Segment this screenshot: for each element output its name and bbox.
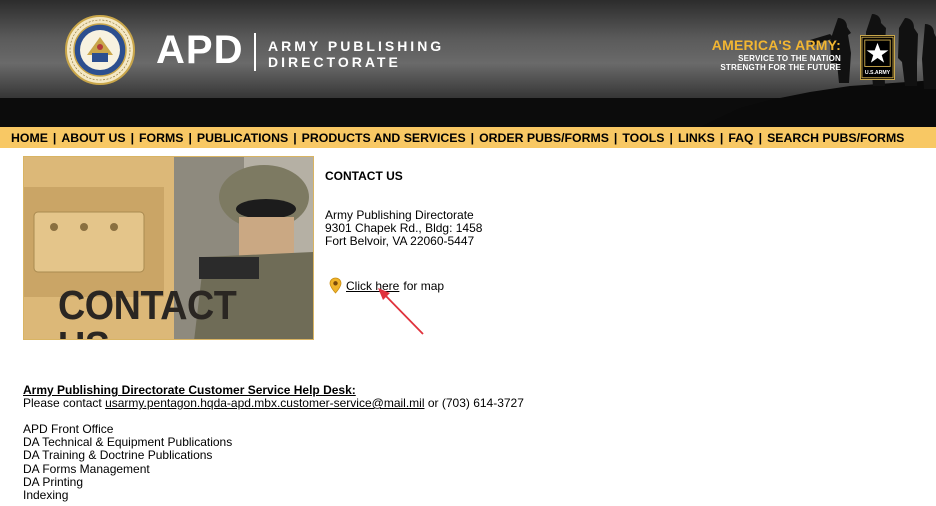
americas-army-title: AMERICA'S ARMY: <box>711 37 841 53</box>
us-army-star-logo: U.S.ARMY <box>860 35 895 80</box>
apd-logo-acronym: APD <box>156 28 244 72</box>
nav-separator: | <box>613 130 618 145</box>
logo-divider <box>254 33 256 71</box>
help-desk-phone: (703) 614-3727 <box>441 396 524 410</box>
help-desk-or: or <box>427 396 439 410</box>
customer-service-email-link[interactable]: usarmy.pentagon.hqda-apd.mbx.customer-se… <box>105 396 424 410</box>
nav-tools[interactable]: TOOLS <box>622 131 664 145</box>
slogan-service-to-the-nation: SERVICE TO THE NATION <box>738 54 841 63</box>
office-list: APD Front Office DA Technical & Equipmen… <box>23 422 232 503</box>
help-desk-prefix: Please contact <box>23 396 102 410</box>
main-nav: HOME | ABOUT US | FORMS | PUBLICATIONS |… <box>0 127 936 148</box>
logo-line-army-publishing: ARMY PUBLISHING <box>268 38 445 54</box>
address-line-3: Fort Belvoir, VA 22060-5447 <box>325 234 475 248</box>
header-banner: APD ARMY PUBLISHING DIRECTORATE AMERICA'… <box>0 0 936 127</box>
nav-search-pubs-forms[interactable]: SEARCH PUBS/FORMS <box>767 131 904 145</box>
nav-separator: | <box>669 130 673 145</box>
nav-separator: | <box>719 130 724 145</box>
nav-home[interactable]: HOME <box>11 131 48 145</box>
slogan-strength-for-the-future: STRENGTH FOR THE FUTURE <box>720 63 841 72</box>
aasa-seal-logo <box>65 15 135 85</box>
nav-order-pubs-forms[interactable]: ORDER PUBS/FORMS <box>479 131 609 145</box>
red-annotation-arrow <box>378 288 424 335</box>
army-logo-text: U.S.ARMY <box>865 70 891 76</box>
nav-separator: | <box>52 130 57 145</box>
nav-separator: | <box>470 130 475 145</box>
hero-contact-us-text: CONTACT US <box>58 282 237 340</box>
help-desk-contact-line: Please contact usarmy.pentagon.hqda-apd.… <box>23 396 524 410</box>
office-item: DA Forms Management <box>23 461 150 476</box>
nav-separator: | <box>293 130 297 145</box>
contact-us-heading: CONTACT US <box>325 169 403 183</box>
nav-separator: | <box>188 130 192 145</box>
help-desk-heading: Army Publishing Directorate Customer Ser… <box>23 383 356 397</box>
contact-us-hero-image: CONTACT US <box>23 156 314 340</box>
nav-separator: | <box>758 130 763 145</box>
map-pin-icon <box>329 277 342 294</box>
nav-publications[interactable]: PUBLICATIONS <box>197 131 288 145</box>
nav-forms[interactable]: FORMS <box>139 131 183 145</box>
nav-about-us[interactable]: ABOUT US <box>61 131 125 145</box>
office-item: Indexing <box>23 488 69 503</box>
nav-faq[interactable]: FAQ <box>728 131 753 145</box>
nav-links[interactable]: LINKS <box>678 131 715 145</box>
nav-separator: | <box>130 130 135 145</box>
nav-products-and-services[interactable]: PRODUCTS AND SERVICES <box>302 131 466 145</box>
logo-line-directorate: DIRECTORATE <box>268 54 401 70</box>
office-item: DA Training & Doctrine Publications <box>23 448 213 463</box>
